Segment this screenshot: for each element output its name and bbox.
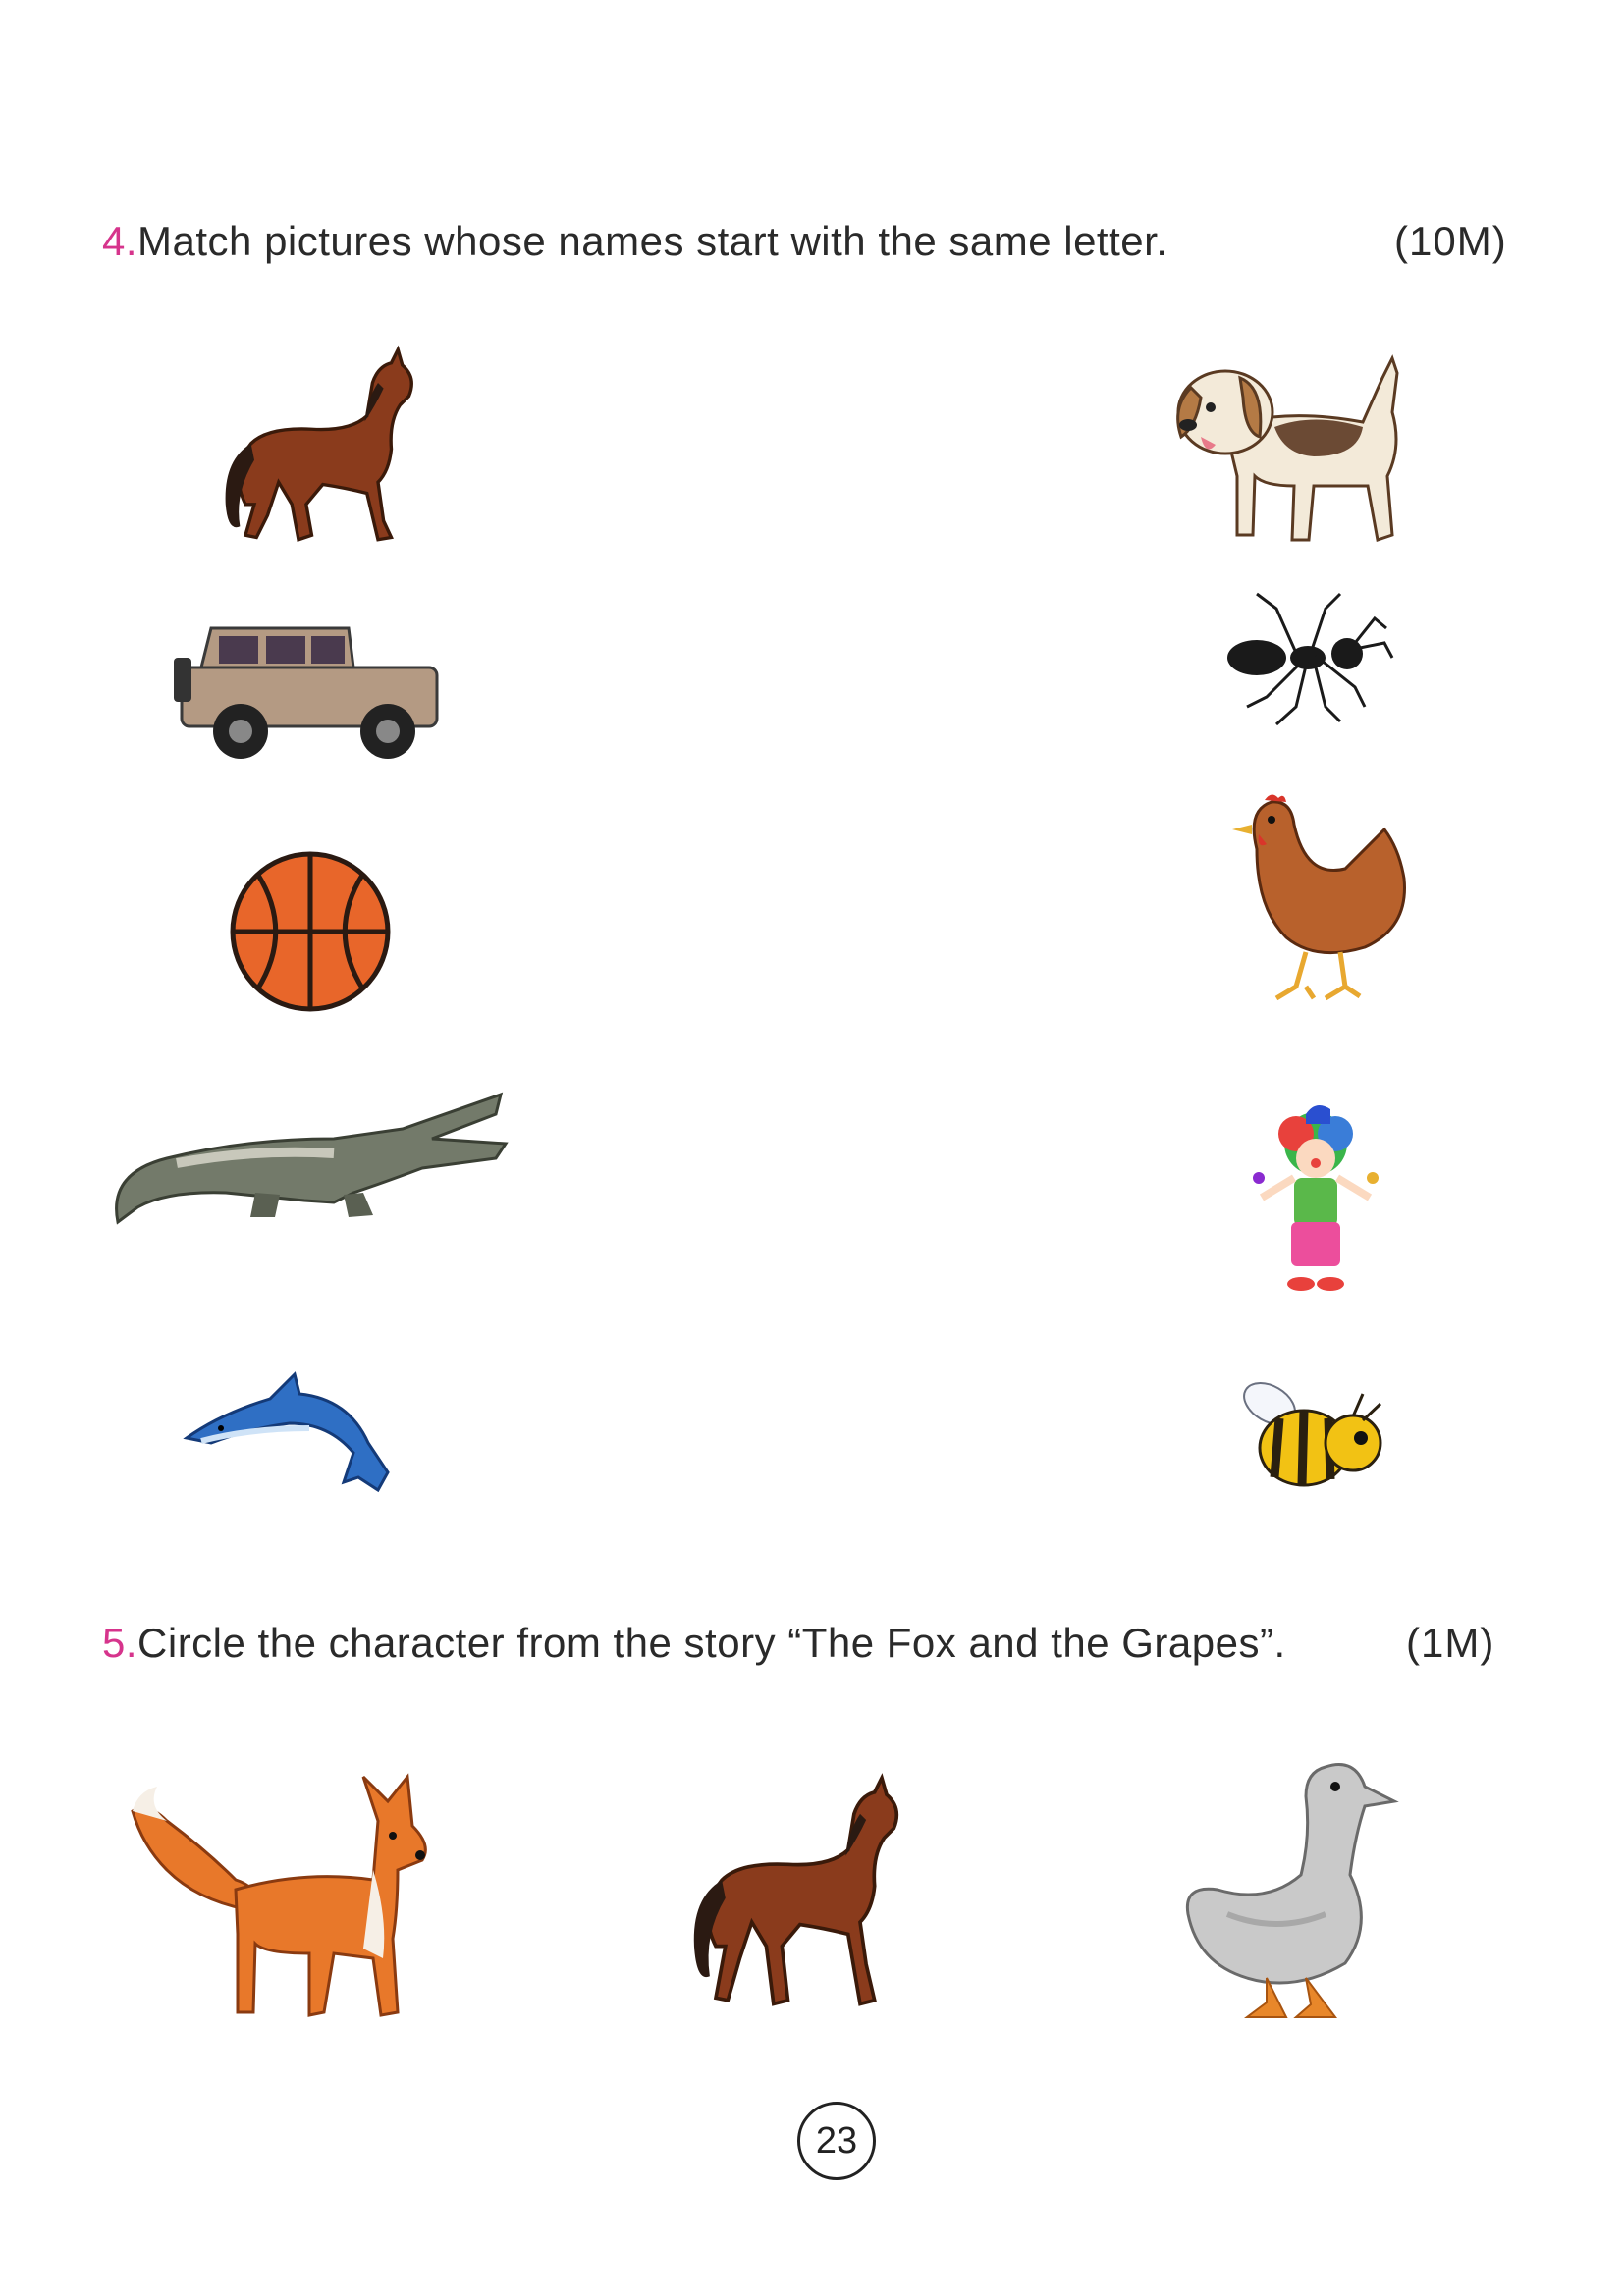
basketball-icon[interactable] — [228, 849, 393, 1014]
question-number: 4. — [102, 218, 138, 264]
duck-icon[interactable] — [1178, 1747, 1404, 2022]
question-number: 5. — [102, 1620, 138, 1666]
hen-icon[interactable] — [1218, 790, 1414, 1006]
question-text: Match pictures whose names start with th… — [137, 218, 1168, 264]
question-5: 5.Circle the character from the story “T… — [102, 1620, 1286, 1667]
crocodile-icon[interactable] — [108, 1085, 511, 1227]
horse-icon[interactable] — [201, 339, 422, 560]
question-marks: (1M) — [1406, 1620, 1495, 1666]
jeep-icon[interactable] — [172, 618, 447, 766]
fox-icon[interactable] — [128, 1762, 452, 2022]
question-4: 4.Match pictures whose names start with … — [102, 218, 1167, 265]
question-text: Circle the character from the story “The… — [137, 1620, 1286, 1666]
horse-icon[interactable] — [668, 1762, 908, 2022]
ant-icon[interactable] — [1218, 589, 1394, 726]
dolphin-icon[interactable] — [182, 1345, 398, 1493]
clown-icon[interactable] — [1247, 1099, 1384, 1296]
page-number: 23 — [797, 2102, 876, 2180]
dog-icon[interactable] — [1166, 339, 1422, 555]
question-marks: (10M) — [1394, 218, 1507, 264]
bee-icon[interactable] — [1235, 1369, 1392, 1502]
